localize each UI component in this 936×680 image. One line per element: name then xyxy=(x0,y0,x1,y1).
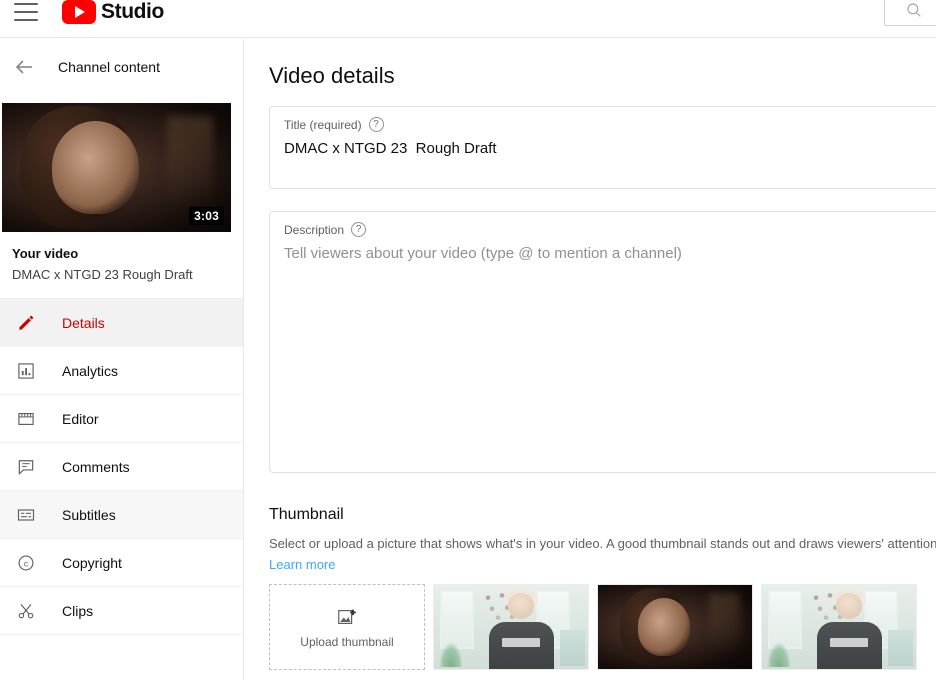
top-header: Studio xyxy=(0,0,936,38)
hamburger-menu-icon[interactable] xyxy=(14,2,38,21)
sidebar-nav: Details Analytics Editor Comments Subtit… xyxy=(0,298,243,635)
sidebar-item-label: Details xyxy=(62,314,105,331)
pencil-icon xyxy=(14,311,38,335)
svg-text:c: c xyxy=(24,558,28,568)
main-content: Video details Title (required) ? DMAC x … xyxy=(245,39,936,680)
thumbnail-options: Upload thumbnail xyxy=(269,584,917,670)
analytics-icon xyxy=(14,359,38,383)
auto-thumbnail-2[interactable] xyxy=(597,584,753,670)
scissors-icon xyxy=(14,599,38,623)
back-to-channel-content[interactable]: Channel content xyxy=(0,39,243,95)
title-field-label: Title (required) ? xyxy=(270,107,936,132)
sidebar-item-label: Copyright xyxy=(62,554,122,571)
sidebar-item-subtitles[interactable]: Subtitles xyxy=(0,491,243,539)
sidebar-item-label: Clips xyxy=(62,602,94,619)
thumbnail-section-description: Select or upload a picture that shows wh… xyxy=(269,536,936,551)
title-input[interactable]: DMAC x NTGD 23 Rough Draft xyxy=(270,132,936,157)
upload-thumbnail-button[interactable]: Upload thumbnail xyxy=(269,584,425,670)
youtube-studio-page: Studio Channel content 3:03 Your video D… xyxy=(0,0,936,680)
subtitles-icon xyxy=(14,503,38,527)
auto-thumbnail-1[interactable] xyxy=(433,584,589,670)
description-input[interactable]: Tell viewers about your video (type @ to… xyxy=(270,237,936,262)
sidebar-item-label: Subtitles xyxy=(62,506,116,523)
copyright-icon: c xyxy=(14,551,38,575)
studio-logo[interactable]: Studio xyxy=(62,0,164,24)
video-title-label: DMAC x NTGD 23 Rough Draft xyxy=(12,267,193,282)
learn-more-link[interactable]: Learn more xyxy=(269,557,335,572)
sidebar-item-copyright[interactable]: c Copyright xyxy=(0,539,243,587)
search-icon xyxy=(907,3,921,17)
thumbnail-section-heading: Thumbnail xyxy=(269,506,344,523)
title-field-card[interactable]: Title (required) ? DMAC x NTGD 23 Rough … xyxy=(269,106,936,189)
sidebar-item-details[interactable]: Details xyxy=(0,299,243,347)
description-field-card[interactable]: Description ? Tell viewers about your vi… xyxy=(269,211,936,473)
sidebar-item-label: Editor xyxy=(62,410,99,427)
comments-icon xyxy=(14,455,38,479)
help-icon[interactable]: ? xyxy=(368,117,384,132)
page-title: Video details xyxy=(269,63,395,88)
sidebar-item-label: Comments xyxy=(62,458,130,475)
auto-thumbnail-3[interactable] xyxy=(761,584,917,670)
sidebar-item-analytics[interactable]: Analytics xyxy=(0,347,243,395)
back-arrow-icon xyxy=(15,60,32,74)
youtube-logo-icon xyxy=(62,0,96,24)
video-duration-badge: 3:03 xyxy=(189,207,224,225)
sidebar-item-comments[interactable]: Comments xyxy=(0,443,243,491)
sidebar: Channel content 3:03 Your video DMAC x N… xyxy=(0,39,244,680)
video-meta: Your video DMAC x NTGD 23 Rough Draft xyxy=(0,232,243,298)
sidebar-item-label: Analytics xyxy=(62,362,119,379)
channel-content-label: Channel content xyxy=(58,59,160,75)
brand-label: Studio xyxy=(101,0,164,23)
your-video-heading: Your video xyxy=(12,246,79,261)
help-icon[interactable]: ? xyxy=(351,222,367,237)
sidebar-item-clips[interactable]: Clips xyxy=(0,587,243,635)
video-thumbnail-preview[interactable]: 3:03 xyxy=(2,103,231,232)
upload-thumbnail-label: Upload thumbnail xyxy=(300,634,394,649)
add-image-icon xyxy=(338,609,356,624)
search-input[interactable] xyxy=(884,0,936,26)
sidebar-item-editor[interactable]: Editor xyxy=(0,395,243,443)
description-field-label: Description ? xyxy=(270,212,936,237)
editor-icon xyxy=(14,407,38,431)
